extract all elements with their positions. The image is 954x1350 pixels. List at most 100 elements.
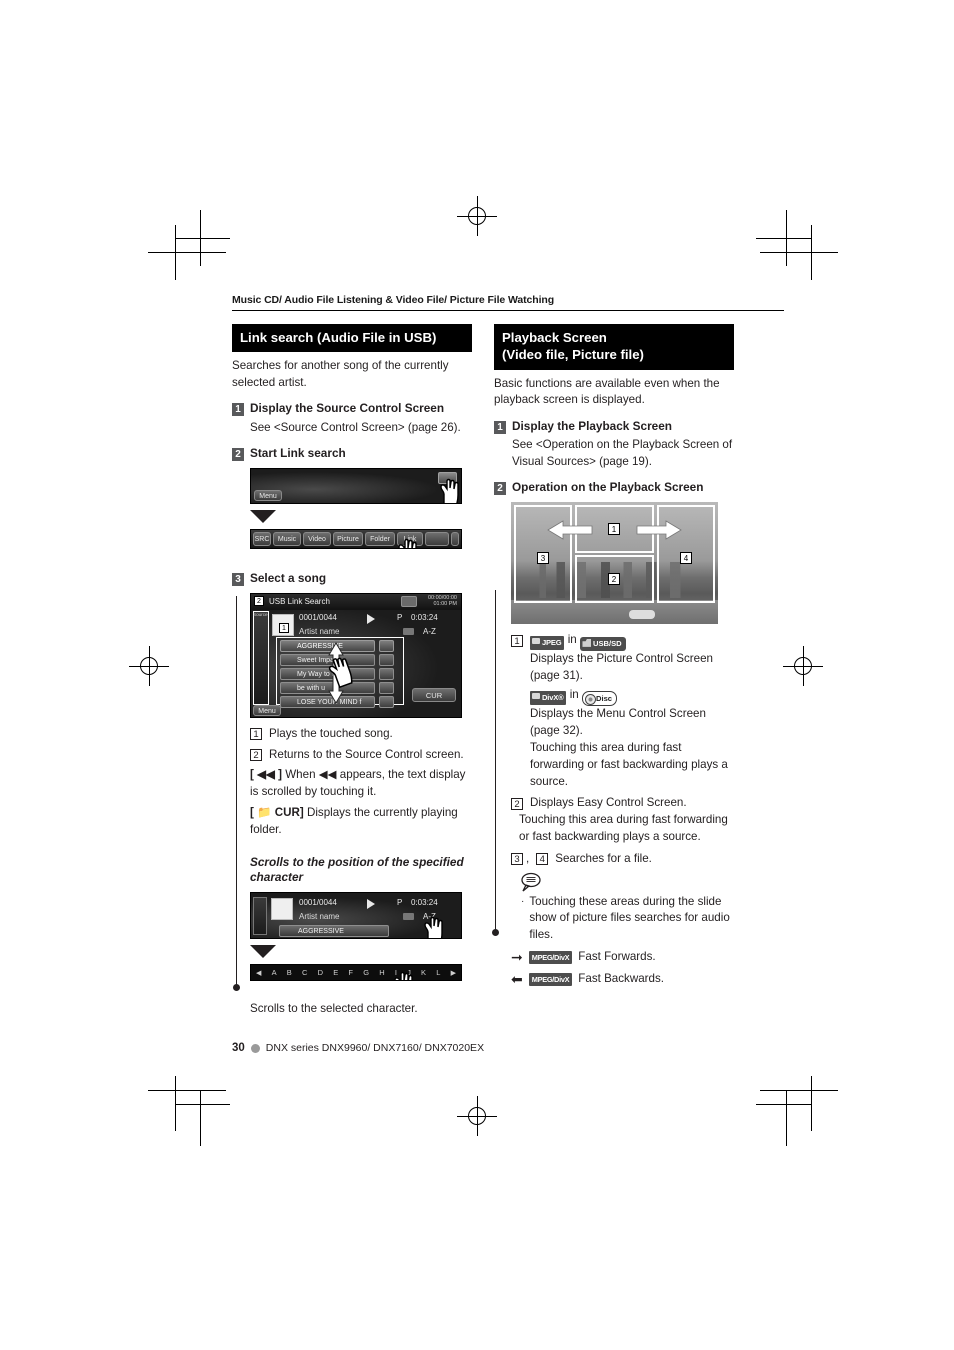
source-label: Source [253, 611, 268, 617]
legend-item-34-right: 3 , 4 Searches for a file. [511, 851, 734, 868]
left-column: Link search (Audio File in USB) Searches… [232, 324, 472, 1018]
link-search-intro: Searches for another song of the current… [232, 359, 449, 389]
bracket-text: When ◀◀ appears, the text display is scr… [250, 768, 466, 799]
fast-forward-text: Fast Forwards. [578, 949, 656, 963]
menu-item-video[interactable]: Video [303, 532, 331, 547]
legend-item-1-text-b: Displays the Menu Control Screen (page 3… [530, 707, 706, 738]
page-number: 30 [232, 1042, 245, 1054]
section-header-playback-screen: Playback Screen (Video file, Picture fil… [494, 324, 734, 370]
legend-item-1-text-c: Touching this area during fast forwardin… [530, 741, 728, 788]
screenshot-search-menu-bar: SRC Music Video Picture Folder Link [250, 529, 462, 550]
scroll-text-icon[interactable] [403, 913, 414, 921]
legend-item-2: 2 Returns to the Source Control screen. [250, 747, 472, 764]
header-rule [232, 310, 784, 311]
zone-3-label: 3 [537, 552, 549, 565]
menu-item-music[interactable]: Music [273, 532, 301, 547]
step-number: 1 [494, 420, 506, 434]
step-title: Operation on the Playback Screen [512, 479, 704, 494]
menu-item-src[interactable]: SRC [253, 532, 271, 547]
play-icon [367, 899, 375, 910]
callout-number: 2 [511, 797, 523, 810]
step-title: Select a song [250, 571, 327, 586]
bullet-dot: · [521, 895, 525, 907]
right-arrow-icon [636, 520, 682, 541]
screenshot-link-search-list: USB Link Search 00:00/00:00 01:00 PM 2 S… [250, 592, 462, 718]
song-scroll-button[interactable] [379, 653, 394, 666]
song-scroll-button[interactable] [379, 667, 394, 680]
footer-bullet-icon [250, 1043, 260, 1053]
right-arrow-icon: ➞ [511, 949, 523, 966]
hand-cursor-icon [395, 538, 421, 549]
hand-cursor-icon [437, 478, 461, 504]
mpeg-divx-badge-icon: MPEG/DivX [528, 950, 573, 964]
note-bullet-row: · Touching these areas during the slide … [511, 894, 734, 944]
scroll-text-icon[interactable] [403, 627, 414, 635]
legend-item-1-right: 1 JPEG in USB/SD [511, 632, 734, 651]
page-footer: 30 DNX series DNX9960/ DNX7160/ DNX7020E… [232, 1042, 484, 1054]
callout-marker-2: 2 [254, 595, 264, 606]
left-arrow-icon: ⬅ [511, 971, 523, 988]
scroll-caption: Scrolls to the selected character. [250, 1002, 418, 1016]
menu-item-blank[interactable] [425, 532, 449, 547]
alpha-next-button[interactable]: ▶ [451, 969, 456, 977]
step-3-left: 3 Select a song [232, 571, 472, 587]
alpha-letter-l[interactable]: L [436, 968, 440, 977]
sort-az-button[interactable]: A-Z [423, 627, 436, 636]
left-edge-dot [233, 984, 240, 991]
alpha-letter-c[interactable]: C [302, 968, 307, 977]
legend-item-2-right: 2 Displays Easy Control Screen. [511, 795, 734, 812]
callout-number: 2 [250, 749, 262, 762]
alpha-letter-b[interactable]: B [287, 968, 292, 977]
song-scroll-button[interactable] [379, 639, 394, 652]
alpha-prev-button[interactable]: ◀ [256, 969, 261, 977]
usb-sd-badge-icon: USB/SD [579, 636, 626, 651]
song-title: be with u [297, 684, 326, 692]
source-strip[interactable] [253, 610, 269, 705]
source-strip[interactable] [253, 897, 267, 936]
alpha-letter-h[interactable]: H [379, 968, 384, 977]
cur-button[interactable]: CUR [412, 687, 456, 702]
legend-item-2-text-b: Touching this area during fast forwardin… [519, 813, 728, 843]
legend-text: Plays the touched song. [269, 726, 393, 740]
menu-button[interactable]: Menu [254, 490, 282, 502]
shot-mode-icon[interactable] [401, 595, 417, 607]
menu-button[interactable]: Menu [253, 704, 281, 716]
subhead-scroll-to-character: Scrolls to the position of the specified… [250, 854, 464, 885]
step-number: 2 [494, 481, 506, 495]
bracket-item-cur: [ 📁 CUR] Displays the currently playing … [250, 805, 472, 839]
repeat-label: P [397, 898, 403, 908]
section-header-line-2: (Video file, Picture file) [502, 347, 644, 363]
section-header-line-1: Playback Screen [502, 330, 607, 345]
hand-cursor-icon [421, 916, 447, 939]
song-row[interactable]: AGGRESSIVE [279, 925, 389, 938]
elapsed-time: 0:03:24 [411, 612, 438, 622]
step-1-left: 1 Display the Source Control Screen [232, 401, 472, 417]
fast-backward-row: ⬅ MPEG/DivX Fast Backwards. [511, 971, 734, 988]
track-counter: 0001/0044 [299, 898, 337, 908]
registration-mark-bottom [457, 1096, 497, 1136]
legend-item-2-text-a: Displays Easy Control Screen. [530, 796, 687, 810]
left-edge-rule [236, 596, 237, 988]
album-art [271, 898, 293, 921]
callout-number: 3 [511, 853, 523, 866]
menu-item-close-icon[interactable] [451, 532, 459, 547]
alpha-letter-e[interactable]: E [333, 968, 338, 977]
step-1-body-right: See <Operation on the Playback Screen of… [512, 438, 733, 468]
menu-item-picture[interactable]: Picture [333, 532, 363, 547]
mpeg-divx-badge-icon: MPEG/DivX [528, 972, 573, 986]
song-scroll-button[interactable] [379, 695, 394, 708]
alpha-letter-a[interactable]: A [272, 968, 277, 977]
menu-item-folder[interactable]: Folder [365, 532, 395, 547]
alpha-letter-f[interactable]: F [348, 968, 353, 977]
legend-item-34-text: Searches for a file. [555, 851, 652, 865]
song-scroll-button[interactable] [379, 681, 394, 694]
callout-marker-1: 1 [279, 622, 289, 633]
right-column: Playback Screen (Video file, Picture fil… [494, 324, 734, 1018]
section-header-link-search: Link search (Audio File in USB) [232, 324, 472, 353]
field-label: Artist name [299, 912, 340, 922]
track-counter: 0001/0044 [299, 612, 337, 622]
step-title: Display the Source Control Screen [250, 401, 445, 416]
alpha-letter-g[interactable]: G [363, 968, 369, 977]
alpha-letter-d[interactable]: D [318, 968, 323, 977]
alpha-letter-k[interactable]: K [421, 968, 426, 977]
